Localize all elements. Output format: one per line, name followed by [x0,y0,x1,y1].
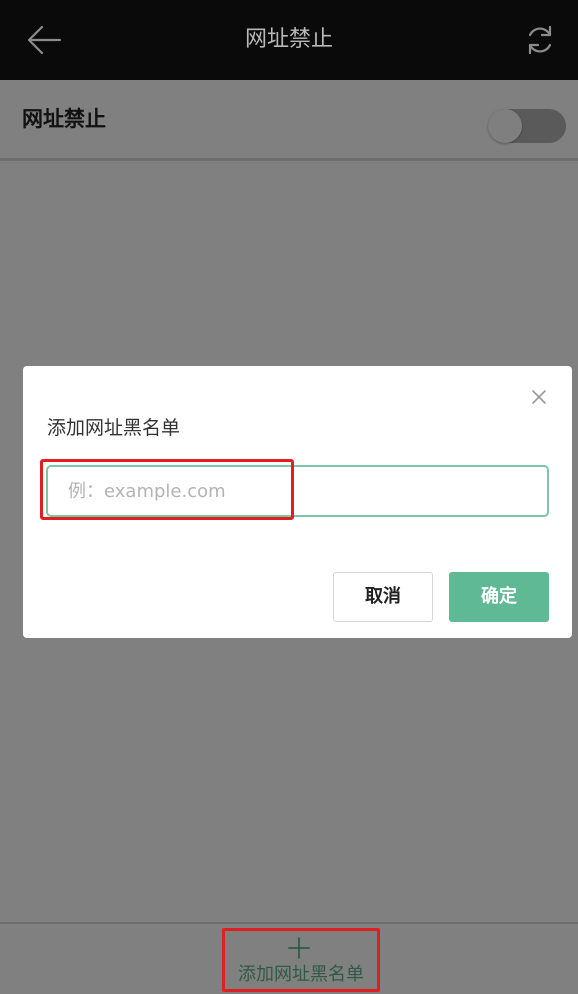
add-blacklist-button[interactable]: 添加网址黑名单 [222,928,380,992]
page: 网址禁止 网址禁止 添加网址黑名单 取消 确定 [0,0,578,994]
url-input[interactable] [46,465,549,517]
plus-icon [287,936,311,960]
close-icon[interactable] [530,388,548,406]
page-title: 网址禁止 [244,27,333,52]
url-block-toggle[interactable] [488,109,566,143]
add-blacklist-label: 添加网址黑名单 [238,964,364,985]
add-url-dialog: 添加网址黑名单 取消 确定 [23,366,572,638]
cancel-button[interactable]: 取消 [333,572,433,622]
toggle-knob [488,109,522,143]
confirm-button[interactable]: 确定 [449,572,549,622]
bottom-divider [0,922,578,924]
refresh-icon[interactable] [522,22,558,58]
setting-label: 网址禁止 [22,107,106,131]
top-bar: 网址禁止 [0,0,578,80]
dialog-title: 添加网址黑名单 [47,417,181,439]
url-block-setting-row: 网址禁止 [0,80,578,161]
